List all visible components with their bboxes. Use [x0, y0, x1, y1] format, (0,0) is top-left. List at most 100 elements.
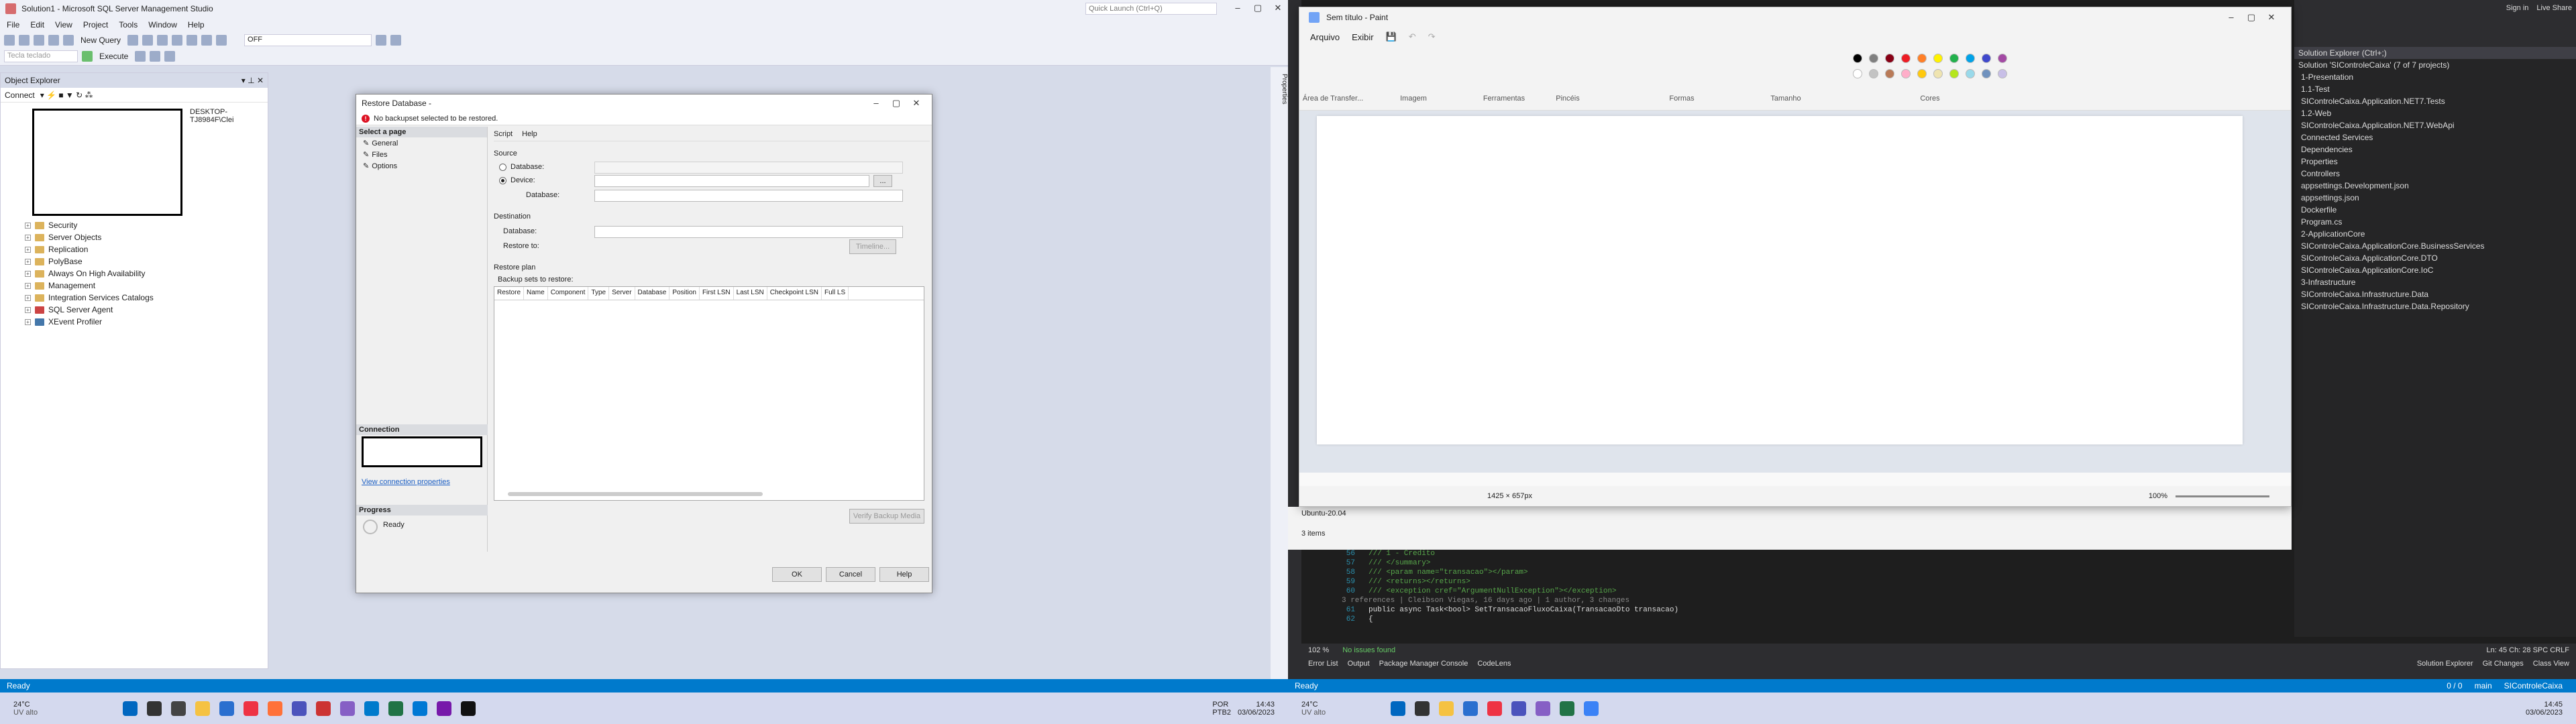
verify-backup-button[interactable]: Verify Backup Media [849, 509, 924, 524]
menu-view[interactable]: View [55, 20, 72, 29]
col-name[interactable]: Name [524, 287, 548, 300]
solution-tree-item[interactable]: 1-Presentation [2301, 71, 2576, 83]
solution-tree-item[interactable]: SIControleCaixa.ApplicationCore.Business… [2301, 240, 2576, 252]
teams-icon[interactable] [292, 701, 307, 716]
color-swatch[interactable] [1853, 54, 1862, 63]
device-field[interactable] [594, 175, 869, 187]
issues-status[interactable]: No issues found [1342, 646, 1395, 654]
properties-tab[interactable]: Properties [1271, 67, 1288, 679]
solution-tree-item[interactable]: appsettings.json [2301, 192, 2576, 204]
back-icon[interactable] [4, 35, 15, 46]
search-icon[interactable] [147, 701, 162, 716]
color-swatch[interactable] [1998, 69, 2007, 78]
dest-database-select[interactable] [594, 226, 903, 238]
color-swatch[interactable] [1998, 54, 2007, 63]
color-swatch[interactable] [1901, 54, 1911, 63]
color-swatch[interactable] [1966, 69, 1975, 78]
menu-help[interactable]: Help [188, 20, 205, 29]
zoom-level[interactable]: 102 % [1308, 646, 1329, 654]
solution-tree-item[interactable]: SIControleCaixa.ApplicationCore.DTO [2301, 252, 2576, 264]
script-button[interactable]: Script [494, 130, 513, 138]
minimize-icon[interactable]: – [2221, 12, 2241, 23]
save-icon[interactable] [63, 35, 74, 46]
tree-management[interactable]: Management [48, 281, 95, 290]
solution-tree-item[interactable]: Properties [2301, 156, 2576, 168]
paint-canvas[interactable] [1317, 116, 2243, 444]
tree-security[interactable]: Security [48, 221, 77, 230]
minimize-icon[interactable]: – [866, 98, 886, 109]
open-icon[interactable] [48, 35, 59, 46]
chrome-icon[interactable] [244, 701, 259, 716]
redo-icon[interactable]: ↷ [1428, 32, 1436, 42]
solution-tree-item[interactable]: Dependencies [2301, 143, 2576, 156]
close-icon[interactable]: ✕ [906, 98, 926, 109]
sign-in[interactable]: Sign in [2506, 4, 2529, 43]
tab-package-manager[interactable]: Package Manager Console [1379, 660, 1468, 668]
tools-icon[interactable] [376, 35, 387, 46]
solution-tree-item[interactable]: Program.cs [2301, 216, 2576, 228]
device-radio[interactable] [499, 176, 506, 184]
tree-always-on[interactable]: Always On High Availability [48, 269, 146, 278]
save-icon[interactable]: 💾 [1386, 32, 1397, 42]
color-swatch[interactable] [1901, 69, 1911, 78]
horizontal-scrollbar[interactable] [508, 492, 763, 496]
solution-tree-item[interactable]: Controllers [2301, 168, 2576, 180]
solution-tree-item[interactable]: SIControleCaixa.Infrastructure.Data [2301, 288, 2576, 300]
ssms-taskbar-icon[interactable] [316, 701, 331, 716]
forward-icon[interactable] [19, 35, 30, 46]
col-restore[interactable]: Restore [494, 287, 525, 300]
maximize-icon[interactable]: ▢ [2241, 12, 2261, 23]
explorer-icon[interactable] [1439, 701, 1454, 716]
tab-error-list[interactable]: Error List [1308, 660, 1338, 668]
solution-tree-item[interactable]: SIControleCaixa.ApplicationCore.IoC [2301, 264, 2576, 276]
teams-icon[interactable] [1511, 701, 1527, 716]
solution-tree-item[interactable]: 1.2-Web [2301, 107, 2576, 119]
new-query-button[interactable]: New Query [78, 36, 123, 45]
color-swatch[interactable] [1917, 69, 1927, 78]
help-button[interactable]: Help [879, 567, 929, 582]
tree-sql-agent[interactable]: SQL Server Agent [48, 305, 113, 314]
ubuntu-item[interactable]: Ubuntu-20.04 [1301, 509, 2278, 518]
execute-button[interactable]: Execute [97, 52, 131, 61]
device-database-select[interactable] [594, 190, 903, 202]
solution-tree-item[interactable]: SIControleCaixa.Infrastructure.Data.Repo… [2301, 300, 2576, 312]
tab-output[interactable]: Output [1348, 660, 1370, 668]
repo-name[interactable]: SIControleCaixa [2504, 681, 2563, 690]
tab-class-view[interactable]: Class View [2533, 660, 2569, 668]
color-swatch[interactable] [1869, 54, 1878, 63]
taskview-icon[interactable] [171, 701, 186, 716]
col-database[interactable]: Database [635, 287, 670, 300]
col-first-lsn[interactable]: First LSN [700, 287, 734, 300]
solution-tree-item[interactable]: SIControleCaixa.Application.NET7.WebApi [2301, 119, 2576, 131]
redo-icon[interactable] [216, 35, 227, 46]
vs-icon[interactable] [340, 701, 356, 716]
page-options[interactable]: Options [372, 162, 397, 170]
maximize-icon[interactable]: ▢ [886, 98, 906, 109]
outlook-icon[interactable] [413, 701, 428, 716]
close-icon[interactable]: ✕ [1268, 3, 1288, 13]
color-swatch[interactable] [1982, 69, 1991, 78]
color-swatch[interactable] [1949, 54, 1959, 63]
color-swatch[interactable] [1966, 54, 1975, 63]
ok-button[interactable]: OK [772, 567, 822, 582]
menu-project[interactable]: Project [83, 20, 108, 29]
vs-icon[interactable] [1536, 701, 1551, 716]
onenote-icon[interactable] [437, 701, 452, 716]
stop-icon[interactable] [135, 51, 146, 62]
cancel-button[interactable]: Cancel [826, 567, 875, 582]
quick-launch-input[interactable]: Quick Launch (Ctrl+Q) [1085, 3, 1217, 15]
solution-title[interactable]: Solution 'SIControleCaixa' (7 of 7 proje… [2294, 59, 2576, 71]
col-full-lsn[interactable]: Full LS [822, 287, 849, 300]
timeline-button[interactable]: Timeline... [849, 239, 896, 254]
page-general[interactable]: General [372, 139, 398, 147]
clock-right[interactable]: 14:45 03/06/2023 [2526, 701, 2563, 717]
solution-tree-item[interactable]: Connected Services [2301, 131, 2576, 143]
cut-icon[interactable] [157, 35, 168, 46]
close-icon[interactable]: ✕ [2261, 12, 2282, 23]
col-server[interactable]: Server [609, 287, 635, 300]
col-type[interactable]: Type [588, 287, 610, 300]
tree-xevent-profiler[interactable]: XEvent Profiler [48, 317, 102, 326]
search-icon[interactable] [1415, 701, 1430, 716]
weather-widget[interactable]: 24°C UV alto [13, 701, 38, 717]
tree-polybase[interactable]: PolyBase [48, 257, 83, 266]
